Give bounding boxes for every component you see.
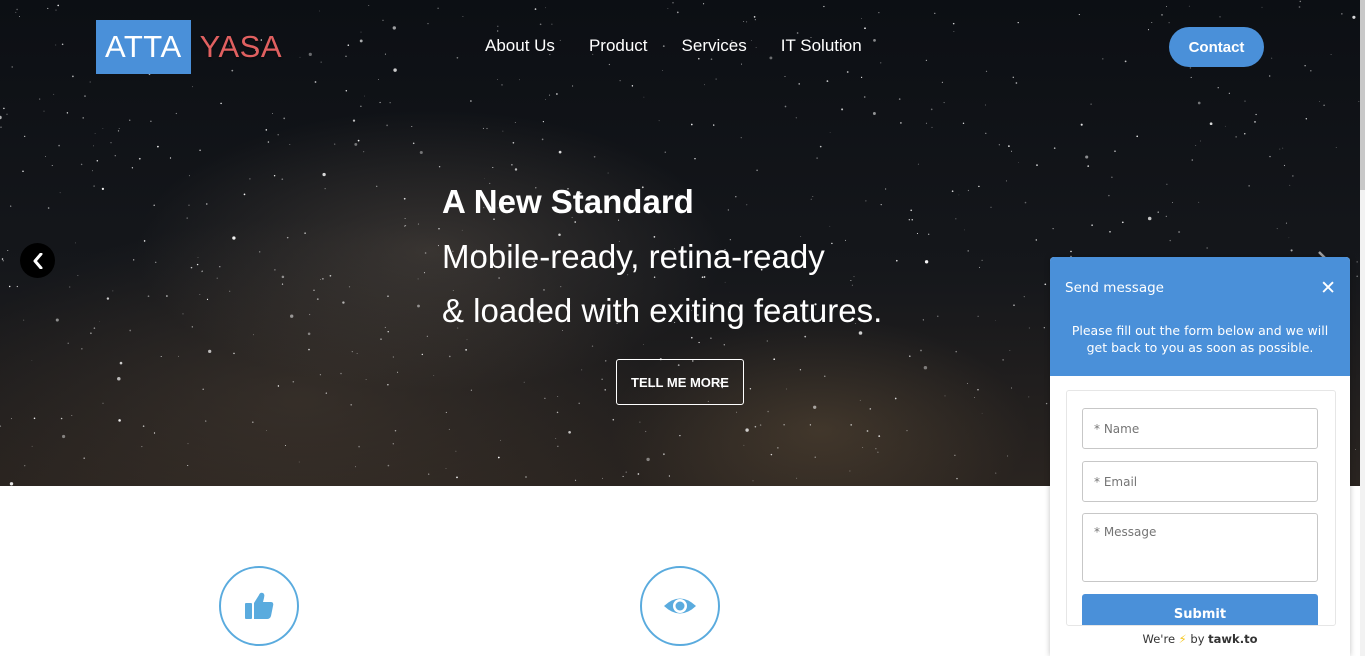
logo[interactable]: ATTA YASA [96,20,282,74]
email-field[interactable] [1082,461,1318,502]
main-nav: About Us Product Services IT Solution [485,36,896,56]
footer-by-text: by [1190,632,1205,646]
logo-part-2: YASA [199,29,283,64]
logo-part-1: ATTA [96,20,191,74]
chat-form: Submit [1066,390,1336,626]
close-icon[interactable]: ✕ [1320,277,1336,299]
chat-subtitle: Please fill out the form below and we wi… [1071,323,1329,355]
chat-footer[interactable]: We're ⚡ by tawk.to [1050,632,1350,646]
page-scrollbar[interactable] [1360,0,1365,656]
chat-title: Send message [1065,280,1164,296]
nav-item-it-solution[interactable]: IT Solution [781,36,862,56]
bolt-icon: ⚡ [1178,632,1187,646]
nav-item-services[interactable]: Services [682,36,747,56]
chevron-left-icon [33,252,42,269]
nav-item-product[interactable]: Product [589,36,648,56]
feature-icon-like [219,566,299,646]
footer-pre-text: We're [1142,632,1176,646]
submit-button[interactable]: Submit [1082,594,1318,625]
hero-subtitle-line-2: & loaded with exiting features. [442,292,883,329]
eye-icon [664,598,696,614]
thumbs-up-icon [245,592,274,619]
hero-title: A New Standard [442,183,694,220]
contact-button[interactable]: Contact [1169,27,1264,67]
hero-subtitle-line-1: Mobile-ready, retina-ready [442,238,825,275]
message-field[interactable] [1082,513,1318,582]
carousel-prev-button[interactable] [20,243,55,278]
name-field[interactable] [1082,408,1318,449]
footer-brand: tawk.to [1208,632,1258,646]
scrollbar-thumb[interactable] [1360,0,1365,190]
chat-header: Send message ✕ Please fill out the form … [1050,257,1350,376]
nav-item-about-us[interactable]: About Us [485,36,555,56]
chat-widget: Send message ✕ Please fill out the form … [1050,257,1350,656]
tell-me-more-button[interactable]: TELL ME MORE [616,359,744,405]
feature-icon-vision [640,566,720,646]
